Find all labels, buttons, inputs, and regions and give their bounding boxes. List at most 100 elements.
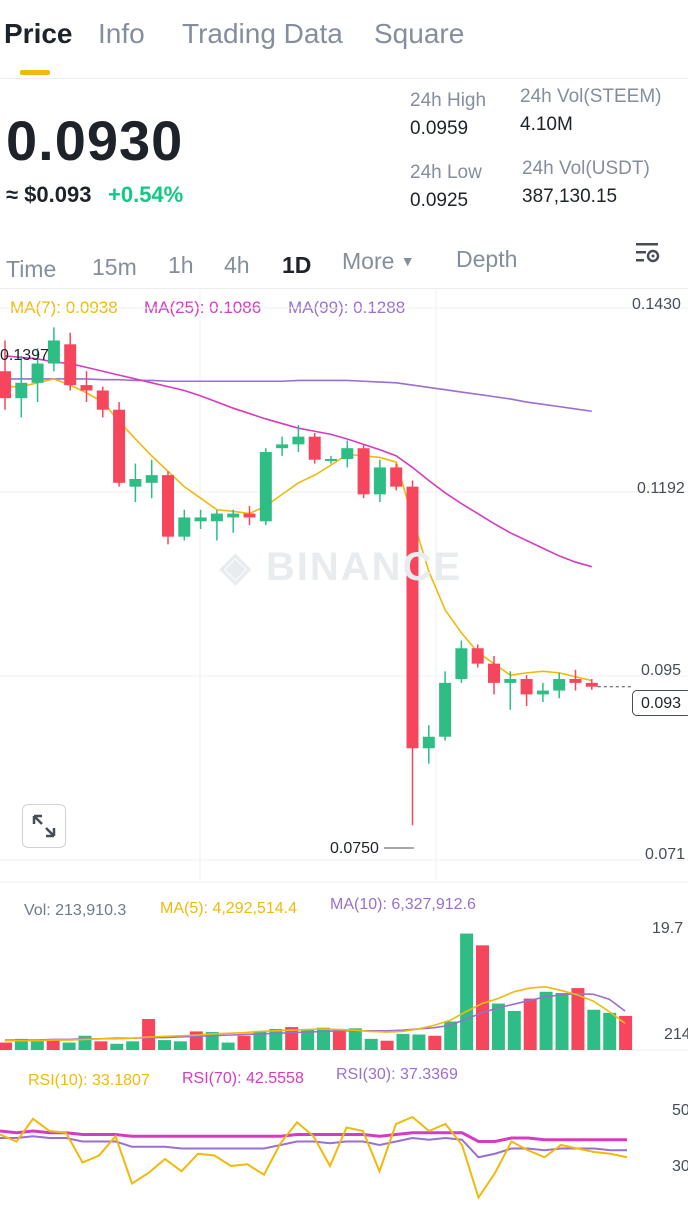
- volume-ma10-legend: MA(10): 6,327,912.6: [330, 896, 476, 913]
- volume-bar: [158, 1040, 171, 1050]
- tf-1h[interactable]: 1h: [168, 252, 194, 279]
- candle: [96, 390, 109, 410]
- candle: [422, 736, 435, 749]
- volume-legend: Vol: 213,910.3: [24, 902, 127, 919]
- price-axis-label: 0.071: [645, 846, 686, 863]
- volume-bar: [555, 993, 569, 1050]
- usd-price: ≈ $0.093: [6, 182, 92, 207]
- candle: [341, 448, 354, 459]
- candle: [162, 475, 174, 537]
- volume-bar: [539, 991, 553, 1050]
- volume-ma5-legend: MA(5): 4,292,514.4: [160, 900, 297, 917]
- rsi-axis-label: 50: [672, 1102, 688, 1119]
- volume-bar: [78, 1035, 92, 1050]
- candle: [357, 448, 370, 495]
- volume-axis-label: 214: [664, 1026, 688, 1043]
- tab-price-underline: [20, 70, 50, 75]
- volume-bar: [269, 1028, 283, 1050]
- price-axis-label: 0.1192: [637, 480, 685, 497]
- candle: [47, 340, 60, 364]
- candle: [145, 475, 158, 483]
- tf-more-label: More: [342, 248, 395, 274]
- volume-bar: [126, 1041, 140, 1050]
- candle: [194, 517, 207, 522]
- candle: [585, 682, 598, 687]
- candle: [276, 444, 289, 449]
- volume-bar: [603, 1012, 617, 1050]
- candle: [292, 436, 305, 445]
- candle: [569, 679, 582, 683]
- watermark-text: BINANCE: [265, 545, 463, 589]
- price-axis-label: 0.095: [641, 662, 682, 679]
- volume-bar: [46, 1040, 60, 1050]
- candle: [210, 513, 223, 522]
- candle: [259, 452, 272, 522]
- last-price: 0.0930: [6, 109, 184, 172]
- tab-square[interactable]: Square: [374, 18, 464, 50]
- ma25-line: [4, 355, 593, 568]
- low-value: 0.0925: [410, 190, 469, 211]
- candle: [325, 458, 337, 461]
- ma99-line: [5, 378, 592, 413]
- rsi10-legend: RSI(10): 33.1807: [28, 1072, 150, 1089]
- high-value: 0.0959: [410, 118, 469, 139]
- caret-down-icon: ▼: [400, 253, 415, 269]
- tf-4h[interactable]: 4h: [224, 252, 250, 279]
- vol-quote-value: 387,130.15: [522, 186, 618, 207]
- candle: [390, 467, 403, 487]
- timeframe-divider: [0, 288, 688, 289]
- volume-bar: [476, 945, 489, 1050]
- volume-bar: [237, 1035, 251, 1050]
- chart-settings-icon[interactable]: [634, 240, 662, 266]
- high-label: 24h High: [410, 90, 487, 111]
- candle: [129, 478, 142, 487]
- rsi30-legend: RSI(30): 37.3369: [336, 1066, 458, 1083]
- volume-bar: [221, 1042, 235, 1050]
- volume-bar: [587, 1009, 601, 1050]
- high-marker-label: 0.1397: [0, 347, 49, 364]
- volume-bar: [428, 1035, 442, 1050]
- candle: [0, 371, 11, 399]
- tf-1d[interactable]: 1D: [282, 252, 311, 279]
- candle: [80, 385, 93, 391]
- tf-time[interactable]: Time: [6, 256, 56, 283]
- candle: [439, 682, 452, 737]
- candle: [227, 513, 240, 518]
- vol-base-value: 4.10M: [520, 114, 573, 135]
- tab-info[interactable]: Info: [98, 18, 145, 50]
- candle: [488, 663, 500, 683]
- tf-15m[interactable]: 15m: [92, 254, 137, 281]
- vol-quote-label: 24h Vol(USDT): [522, 158, 650, 179]
- rsi10-line: [0, 1115, 628, 1200]
- volume-bar: [507, 1010, 521, 1050]
- volume-bar: [332, 1028, 346, 1050]
- volume-bar: [110, 1043, 124, 1050]
- tf-depth[interactable]: Depth: [456, 246, 517, 273]
- price-axis-label: 0.1430: [632, 296, 681, 313]
- watermark: ◈ BINANCE: [220, 544, 462, 590]
- candle: [64, 344, 77, 386]
- candle: [406, 486, 419, 749]
- volume-bar: [94, 1041, 108, 1050]
- expand-button[interactable]: [22, 804, 66, 848]
- tab-price[interactable]: Price: [4, 18, 73, 50]
- rsi70-legend: RSI(70): 42.5558: [182, 1070, 304, 1087]
- candle: [520, 679, 533, 695]
- candle: [553, 679, 566, 691]
- volume-bar: [380, 1040, 394, 1050]
- volume-bar: [173, 1041, 187, 1050]
- volume-axis-label: 19.7: [652, 920, 684, 937]
- candle: [178, 517, 191, 537]
- volume-bar: [30, 1040, 44, 1050]
- volume-bar: [396, 1033, 410, 1050]
- low-label: 24h Low: [410, 162, 482, 183]
- candle: [455, 648, 468, 680]
- tf-more[interactable]: More ▼: [342, 248, 415, 275]
- vol-base-label: 24h Vol(STEEM): [520, 86, 662, 107]
- candle: [31, 363, 44, 383]
- candle: [504, 679, 517, 683]
- candle: [308, 436, 321, 460]
- volume-bar: [523, 998, 537, 1050]
- tab-trading-data[interactable]: Trading Data: [182, 18, 343, 50]
- binance-logo-icon: ◈: [220, 545, 253, 589]
